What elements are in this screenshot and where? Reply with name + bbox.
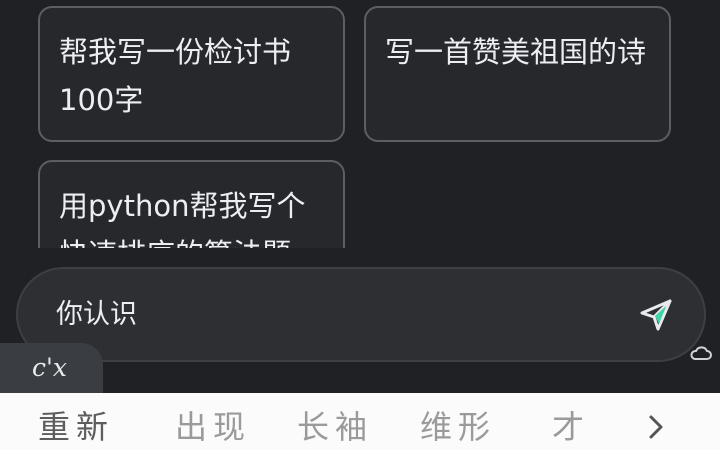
candidate-word[interactable]: 出现: [175, 407, 251, 447]
candidate-word[interactable]: 重新: [38, 407, 114, 447]
suggestion-text: 帮我写一份检讨书100字: [59, 35, 292, 117]
suggestion-card[interactable]: 帮我写一份检讨书100字: [38, 6, 345, 142]
candidate-word[interactable]: 维形: [420, 407, 496, 447]
suggestion-text: 写一首赞美祖国的诗: [385, 35, 647, 69]
suggestion-card[interactable]: 用python帮我写个快速排序的算法题: [38, 160, 345, 248]
cloud-icon: [690, 346, 712, 360]
chat-app: 帮我写一份检讨书100字 写一首赞美祖国的诗 用python帮我写个快速排序的算…: [0, 0, 720, 450]
ime-candidate-bar: 重新 出现 长袖 维形 才: [0, 393, 720, 450]
suggestion-text: 用python帮我写个快速排序的算法题: [59, 189, 306, 248]
message-input-bar: [16, 267, 706, 362]
candidate-word[interactable]: 长袖: [297, 407, 373, 447]
send-button[interactable]: [635, 294, 677, 336]
send-icon: [640, 299, 672, 331]
more-candidates-button[interactable]: [640, 411, 672, 443]
suggestion-card[interactable]: 写一首赞美祖国的诗: [364, 6, 671, 142]
chevron-right-icon: [649, 415, 663, 439]
suggestion-list: 帮我写一份检讨书100字 写一首赞美祖国的诗 用python帮我写个快速排序的算…: [0, 0, 720, 248]
candidate-word[interactable]: 才: [552, 407, 602, 447]
pinyin-composition: c'x: [0, 343, 103, 393]
message-input[interactable]: [56, 297, 576, 333]
